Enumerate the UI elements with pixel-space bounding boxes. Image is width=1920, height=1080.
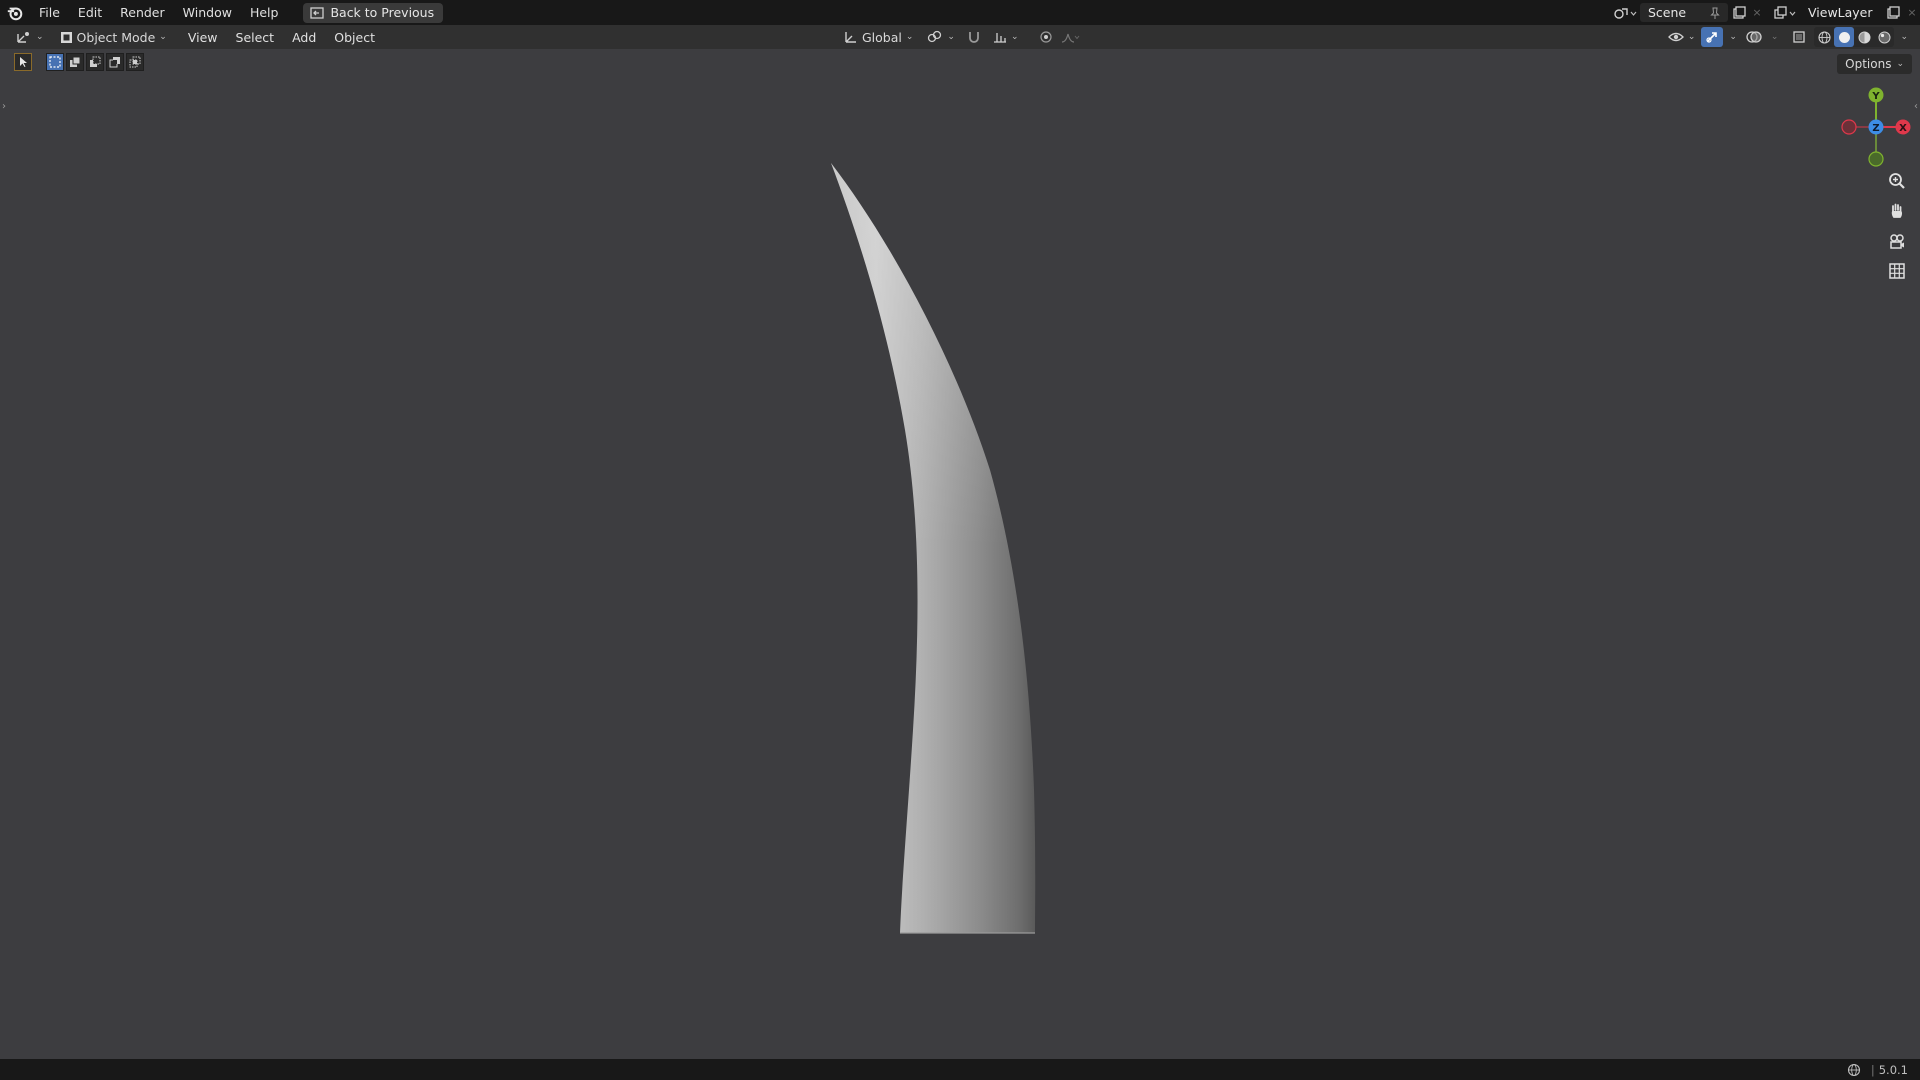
perspective-grid-icon[interactable] <box>1884 258 1910 284</box>
camera-view-icon[interactable] <box>1884 228 1910 254</box>
version-label: 5.0.1 <box>1878 1062 1908 1077</box>
horn-object[interactable] <box>0 0 1920 1080</box>
gizmo-y-icon[interactable]: Y <box>1868 87 1884 103</box>
navigation-gizmo[interactable]: X Y Z <box>1830 82 1920 172</box>
network-globe-icon[interactable] <box>1847 1063 1863 1077</box>
status-separator: | <box>1870 1062 1875 1077</box>
gizmo-z-icon[interactable]: Z <box>1868 119 1884 135</box>
status-bar: | 5.0.1 <box>0 1059 1920 1080</box>
svg-text:Z: Z <box>1872 123 1879 134</box>
gizmo-neg-y-icon[interactable] <box>1868 151 1884 167</box>
pan-hand-icon[interactable] <box>1884 198 1910 224</box>
svg-text:X: X <box>1899 123 1907 134</box>
zoom-icon[interactable] <box>1884 168 1910 194</box>
gizmo-neg-x-icon[interactable] <box>1841 119 1857 135</box>
gizmo-x-icon[interactable]: X <box>1895 119 1911 135</box>
horn-highlight <box>831 163 1036 933</box>
svg-text:Y: Y <box>1871 91 1880 102</box>
